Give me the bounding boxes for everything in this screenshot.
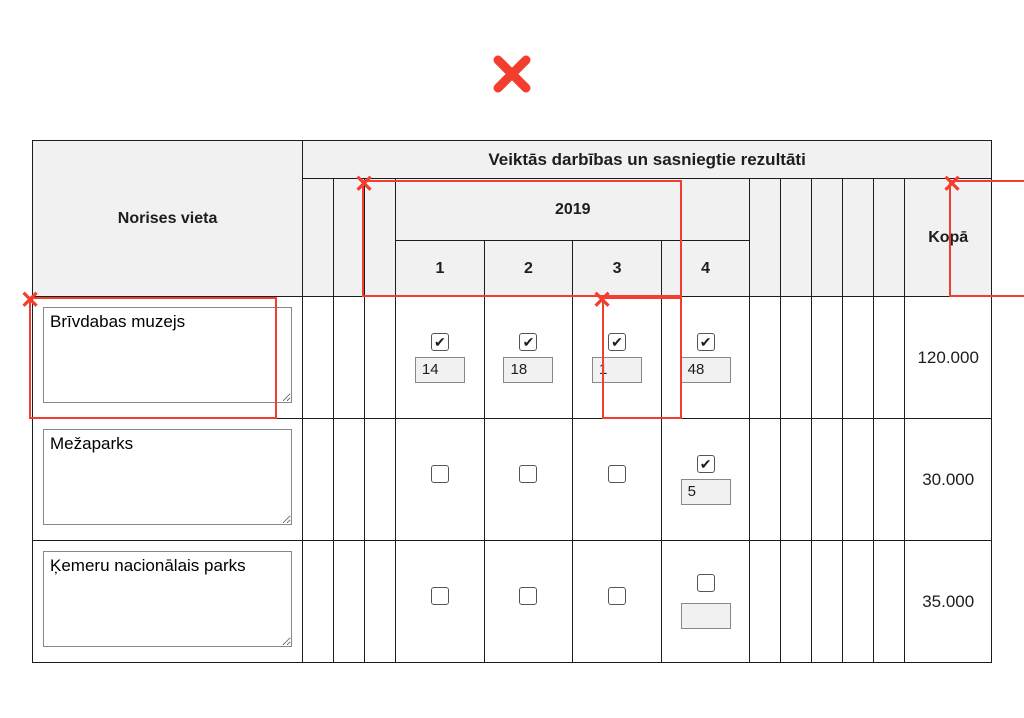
row-total: 30.000 xyxy=(905,419,992,541)
quarter-cell: ✔ 18 xyxy=(484,297,573,419)
row-total: 35.000 xyxy=(905,541,992,663)
header-year: 2019 xyxy=(396,179,750,241)
header-q4: 4 xyxy=(661,241,750,297)
quarter-checkbox[interactable] xyxy=(519,587,537,605)
venue-name-input[interactable] xyxy=(43,307,292,403)
quarter-cell xyxy=(484,541,573,663)
quarter-cell xyxy=(396,419,485,541)
header-q1: 1 xyxy=(396,241,485,297)
quarter-value-input[interactable]: 14 xyxy=(415,357,465,383)
quarter-checkbox[interactable]: ✔ xyxy=(519,333,537,351)
quarter-checkbox[interactable]: ✔ xyxy=(697,333,715,351)
venue-name-input[interactable] xyxy=(43,429,292,525)
quarter-cell: ✔1 xyxy=(573,297,662,419)
quarter-value-input[interactable] xyxy=(681,603,731,629)
quarter-cell xyxy=(396,541,485,663)
header-q2: 2 xyxy=(484,241,573,297)
quarter-value-input[interactable]: 18 xyxy=(503,357,553,383)
quarter-checkbox[interactable]: ✔ xyxy=(697,455,715,473)
quarter-cell xyxy=(573,419,662,541)
name-cell xyxy=(33,419,303,541)
quarter-cell: ✔ 48 xyxy=(661,297,750,419)
quarter-value-input[interactable]: 5 xyxy=(681,479,731,505)
header-top: Veiktās darbības un sasniegtie rezultāti xyxy=(303,141,992,179)
quarter-cell xyxy=(661,541,750,663)
data-table: Norises vieta Veiktās darbības un sasnie… xyxy=(32,140,992,663)
table-row: ✔530.000 xyxy=(33,419,992,541)
header-q3: 3 xyxy=(573,241,662,297)
header-name: Norises vieta xyxy=(33,141,303,297)
quarter-checkbox[interactable] xyxy=(608,587,626,605)
quarter-cell xyxy=(484,419,573,541)
quarter-value-input[interactable]: 1 xyxy=(592,357,642,383)
quarter-checkbox[interactable]: ✔ xyxy=(431,333,449,351)
table-row: 35.000 xyxy=(33,541,992,663)
bad-example-icon xyxy=(490,52,534,96)
quarter-cell xyxy=(573,541,662,663)
quarter-checkbox[interactable] xyxy=(431,587,449,605)
quarter-checkbox[interactable] xyxy=(431,465,449,483)
header-total: Kopā xyxy=(905,179,992,297)
data-table-wrap: Norises vieta Veiktās darbības un sasnie… xyxy=(32,140,992,663)
venue-name-input[interactable] xyxy=(43,551,292,647)
name-cell xyxy=(33,297,303,419)
table-row: ✔14✔18✔1✔48120.000 xyxy=(33,297,992,419)
quarter-checkbox[interactable] xyxy=(519,465,537,483)
quarter-cell: ✔ 14 xyxy=(396,297,485,419)
quarter-checkbox[interactable] xyxy=(697,574,715,592)
quarter-cell: ✔5 xyxy=(661,419,750,541)
quarter-checkbox[interactable]: ✔ xyxy=(608,333,626,351)
quarter-checkbox[interactable] xyxy=(608,465,626,483)
name-cell xyxy=(33,541,303,663)
row-total: 120.000 xyxy=(905,297,992,419)
quarter-value-input[interactable]: 48 xyxy=(681,357,731,383)
